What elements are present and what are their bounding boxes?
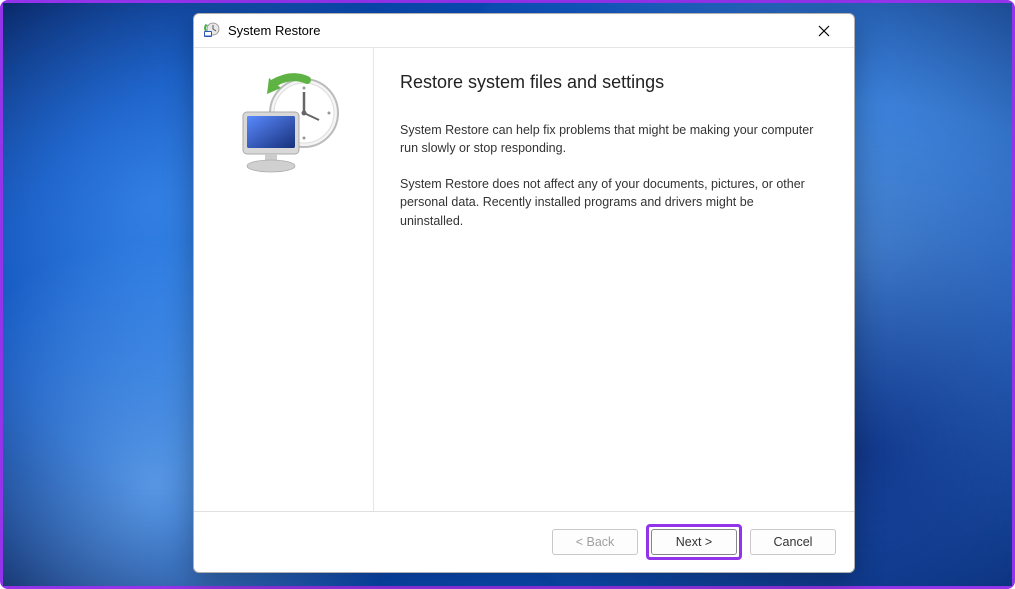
cancel-button[interactable]: Cancel xyxy=(750,529,836,555)
next-button-highlight: Next > xyxy=(646,524,742,560)
window-title: System Restore xyxy=(228,23,802,38)
system-restore-icon xyxy=(202,22,220,40)
wizard-paragraph-1: System Restore can help fix problems tha… xyxy=(400,121,820,157)
close-icon xyxy=(818,25,830,37)
next-button[interactable]: Next > xyxy=(651,529,737,555)
close-button[interactable] xyxy=(802,16,846,46)
wizard-body: Restore system files and settings System… xyxy=(194,48,854,511)
wizard-button-row: < Back Next > Cancel xyxy=(194,511,854,572)
system-restore-illustration xyxy=(219,68,349,188)
wizard-heading: Restore system files and settings xyxy=(400,72,820,93)
wizard-paragraph-2: System Restore does not affect any of yo… xyxy=(400,175,820,229)
back-button: < Back xyxy=(552,529,638,555)
wizard-sidebar xyxy=(194,48,374,511)
system-restore-window: System Restore xyxy=(193,13,855,573)
wizard-content: Restore system files and settings System… xyxy=(374,48,854,511)
titlebar[interactable]: System Restore xyxy=(194,14,854,48)
